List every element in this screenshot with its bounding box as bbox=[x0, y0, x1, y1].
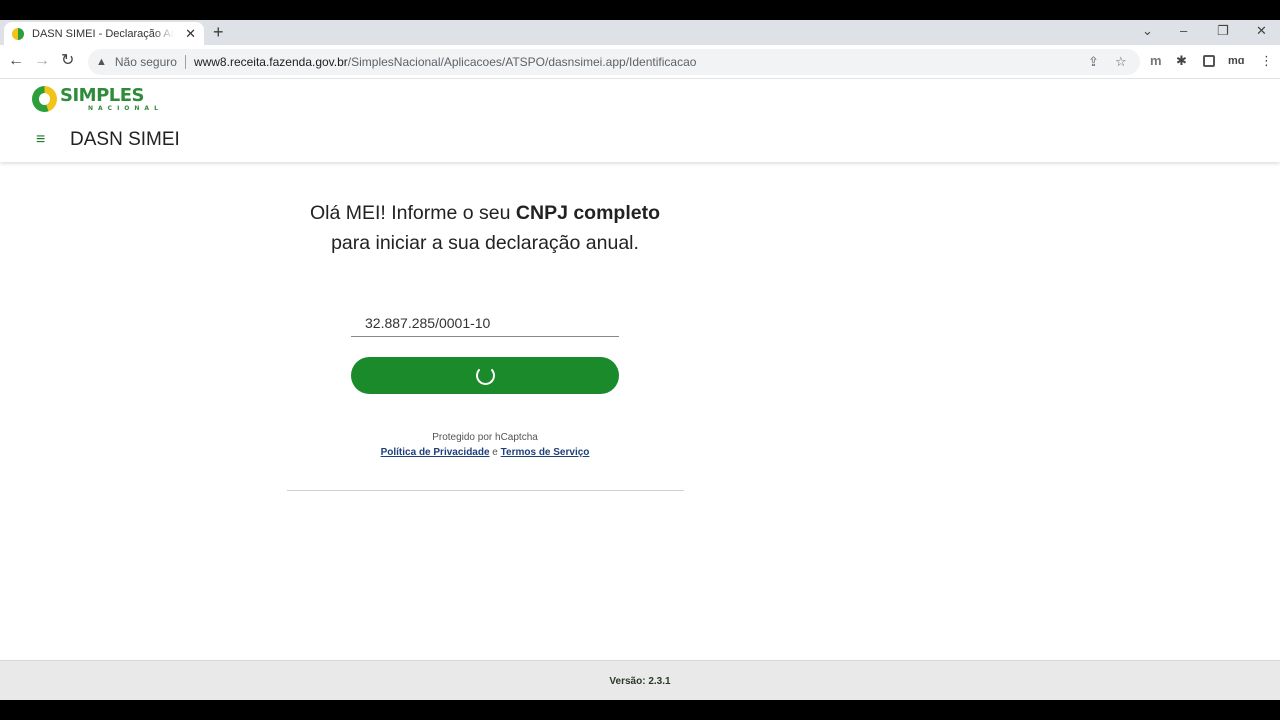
browser-toolbar: ← → ↻ ▲ Não seguro www8.receita.fazenda.… bbox=[0, 45, 1280, 79]
privacy-policy-link[interactable]: Política de Privacidade bbox=[381, 447, 490, 458]
url-path: /SimplesNacional/Aplicacoes/ATSPO/dasnsi… bbox=[347, 55, 697, 69]
side-panel-icon[interactable] bbox=[1203, 55, 1215, 67]
tab-search-chevron-icon[interactable]: ⌄ bbox=[1142, 23, 1153, 39]
page-headline: Olá MEI! Informe o seu CNPJ completo par… bbox=[309, 202, 661, 254]
browser-window: DASN SIMEI - Declaração Anual do ✕ + ⌄ –… bbox=[0, 20, 1280, 700]
address-separator bbox=[184, 55, 186, 69]
version-label: Versão: 2.3.1 bbox=[609, 676, 671, 687]
submit-button[interactable] bbox=[351, 357, 619, 394]
bookmark-star-icon[interactable]: ☆ bbox=[1115, 54, 1127, 70]
hamburger-menu-icon[interactable]: ≡ bbox=[36, 132, 45, 148]
logo-sub-text: NACIONAL bbox=[88, 105, 163, 112]
back-button[interactable]: ← bbox=[8, 52, 24, 70]
security-status[interactable]: Não seguro bbox=[115, 55, 177, 69]
close-window-button[interactable]: ✕ bbox=[1256, 23, 1267, 39]
simples-logo-icon bbox=[32, 86, 57, 112]
tab-close-icon[interactable]: ✕ bbox=[185, 27, 196, 40]
reload-button[interactable]: ↻ bbox=[61, 52, 74, 70]
share-icon[interactable]: ⇪ bbox=[1088, 54, 1099, 70]
hcaptcha-notice: Protegido por hCaptcha Política de Priva… bbox=[285, 430, 685, 460]
tab-title: DASN SIMEI - Declaração Anual do bbox=[32, 27, 174, 40]
loading-spinner-icon bbox=[476, 366, 495, 385]
tab-dasn-simei[interactable]: DASN SIMEI - Declaração Anual do ✕ bbox=[4, 22, 204, 45]
restore-button[interactable]: ❐ bbox=[1217, 23, 1229, 39]
url-host: www8.receita.fazenda.gov.br bbox=[193, 55, 348, 69]
terms-of-service-link[interactable]: Termos de Serviço bbox=[501, 447, 590, 458]
page-footer: Versão: 2.3.1 bbox=[0, 660, 1280, 700]
tab-strip: DASN SIMEI - Declaração Anual do ✕ + ⌄ –… bbox=[0, 20, 1280, 45]
headline-line2: para iniciar a sua declaração anual. bbox=[331, 232, 639, 254]
browser-menu-icon[interactable]: ⋮ bbox=[1260, 54, 1273, 68]
forward-button[interactable]: → bbox=[34, 52, 50, 70]
warning-icon[interactable]: ▲ bbox=[96, 56, 107, 68]
minimize-button[interactable]: – bbox=[1180, 23, 1187, 39]
app-title: DASN SIMEI bbox=[70, 129, 180, 150]
extensions-puzzle-icon[interactable]: ✱ bbox=[1176, 54, 1187, 68]
content-divider bbox=[287, 490, 684, 491]
headline-bold: CNPJ completo bbox=[515, 202, 661, 224]
simples-nacional-logo[interactable]: SIMPLES NACIONAL bbox=[32, 86, 163, 112]
new-tab-button[interactable]: + bbox=[213, 23, 224, 41]
site-header: SIMPLES NACIONAL ≡ DASN SIMEI bbox=[0, 80, 1280, 162]
simples-favicon-icon bbox=[12, 27, 24, 40]
captcha-text: Protegido por hCaptcha bbox=[432, 432, 538, 443]
logo-main-text: SIMPLES bbox=[60, 85, 144, 106]
address-bar[interactable]: ▲ Não seguro www8.receita.fazenda.gov.br… bbox=[88, 49, 1140, 75]
cnpj-input[interactable] bbox=[351, 310, 619, 337]
profile-icon[interactable]: mɑ bbox=[1228, 54, 1245, 68]
extension-m-icon[interactable]: m bbox=[1150, 54, 1162, 68]
